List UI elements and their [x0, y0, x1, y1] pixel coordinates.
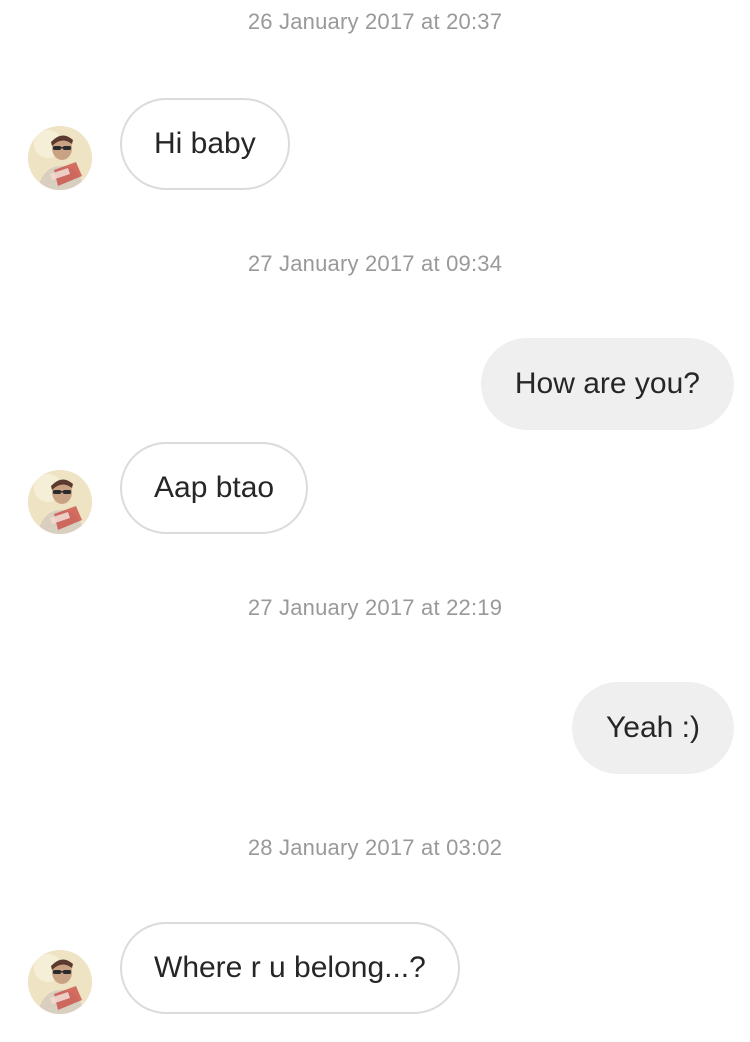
- timestamp: 26 January 2017 at 20:37: [247, 9, 503, 34]
- message-bubble-outgoing[interactable]: How are you?: [480, 338, 734, 430]
- message-row-incoming: Where r u belong...?: [0, 922, 750, 1014]
- message-row-outgoing: Yeah :): [0, 682, 750, 774]
- timestamp: 28 January 2017 at 03:02: [247, 835, 503, 860]
- avatar[interactable]: [28, 470, 92, 534]
- avatar-photo-icon: [28, 470, 92, 534]
- avatar[interactable]: [28, 126, 92, 190]
- avatar[interactable]: [28, 950, 92, 1014]
- timestamp: 27 January 2017 at 09:34: [247, 251, 503, 276]
- message-bubble-incoming[interactable]: Where r u belong...?: [120, 922, 460, 1014]
- message-row-incoming: Aap btao: [0, 442, 750, 534]
- avatar-photo-icon: [28, 950, 92, 1014]
- message-row-incoming: Hi baby: [0, 98, 750, 190]
- timestamp: 27 January 2017 at 22:19: [247, 595, 503, 620]
- avatar-photo-icon: [28, 126, 92, 190]
- message-bubble-incoming[interactable]: Hi baby: [120, 98, 290, 190]
- message-bubble-outgoing[interactable]: Yeah :): [572, 682, 734, 774]
- message-row-outgoing: How are you?: [0, 338, 750, 430]
- message-bubble-incoming[interactable]: Aap btao: [120, 442, 309, 534]
